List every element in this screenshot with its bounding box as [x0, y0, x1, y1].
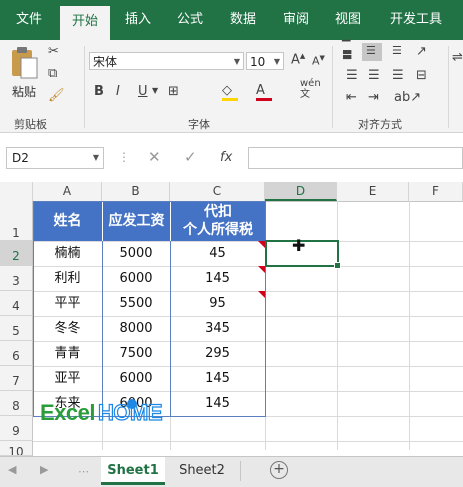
- fill-color-icon[interactable]: ◇: [222, 83, 238, 101]
- table-outline: [33, 201, 266, 417]
- chevron-down-icon: ▼: [273, 57, 280, 66]
- font-color-icon[interactable]: A: [256, 83, 272, 101]
- align-left-icon[interactable]: ☰: [346, 68, 358, 83]
- increase-font-icon[interactable]: A▲: [291, 52, 305, 67]
- row-header[interactable]: 5: [0, 316, 33, 341]
- gridline: [409, 201, 410, 450]
- underline-icon[interactable]: U: [138, 84, 148, 99]
- copy-icon[interactable]: ⧉: [48, 66, 57, 81]
- sheet-tab-sheet1[interactable]: Sheet1: [101, 457, 165, 485]
- sheet-tab-sheet2[interactable]: Sheet2: [170, 457, 234, 485]
- tab-data[interactable]: 数据: [219, 0, 267, 40]
- select-all-corner[interactable]: [0, 182, 33, 201]
- table-inner-border: [102, 241, 103, 416]
- gridline: [337, 201, 338, 450]
- row-header[interactable]: 1: [0, 201, 33, 241]
- ribbon: 粘贴 ✂ ⧉ 🖌 剪贴板 宋体 ▼ 10 ▼ A▲ A▼ B I U ▼ ⊞ ◇…: [0, 40, 463, 133]
- row-header[interactable]: 6: [0, 341, 33, 366]
- bold-icon[interactable]: B: [94, 84, 104, 99]
- align-middle-icon: ☰: [366, 44, 376, 57]
- more-icon: ⋮: [118, 150, 130, 164]
- column-header-d[interactable]: D: [265, 182, 337, 201]
- text-direction-icon[interactable]: ab↗: [394, 90, 421, 105]
- insert-function-icon[interactable]: fx: [220, 150, 232, 165]
- font-group-label: 字体: [188, 118, 210, 131]
- align-top-icon[interactable]: ▔ ▬ ▬: [342, 41, 352, 62]
- orientation-icon[interactable]: ↗: [416, 44, 427, 59]
- excelhome-logo: Excel HOME: [40, 399, 163, 426]
- align-center-icon[interactable]: ☰: [368, 68, 380, 83]
- gridline: [33, 441, 463, 442]
- column-header-b[interactable]: B: [102, 182, 170, 201]
- svg-text:Excel: Excel: [40, 400, 95, 425]
- phonetic-label: wén: [300, 78, 321, 89]
- decrease-font-icon[interactable]: A▼: [312, 54, 325, 68]
- row-header[interactable]: 9: [0, 416, 33, 441]
- align-bottom-icon[interactable]: ☰: [392, 44, 402, 57]
- font-size-value: 10: [250, 55, 266, 69]
- tab-divider: [240, 461, 241, 481]
- increase-indent-icon[interactable]: ⇥: [368, 90, 379, 105]
- table-inner-border: [170, 241, 171, 416]
- alignment-group-label: 对齐方式: [358, 118, 402, 131]
- merge-center-icon[interactable]: ⊟: [416, 68, 427, 83]
- add-sheet-icon[interactable]: +: [270, 461, 288, 479]
- name-box[interactable]: D2 ▼: [6, 147, 104, 169]
- tab-home[interactable]: 开始: [60, 6, 110, 40]
- chevron-down-icon: ▼: [92, 153, 99, 162]
- wrap-text-icon[interactable]: ⇌: [452, 50, 463, 65]
- scroll-right-icon[interactable]: ▶: [40, 463, 48, 476]
- column-headers: A B C D E F: [0, 182, 463, 202]
- decrease-indent-icon[interactable]: ⇤: [346, 90, 357, 105]
- more-icon: ⋯: [78, 465, 89, 478]
- enter-icon[interactable]: ✓: [184, 148, 197, 166]
- tab-formulas[interactable]: 公式: [166, 0, 214, 40]
- cancel-icon[interactable]: ✕: [148, 148, 161, 166]
- cell-cursor-icon: ✚: [292, 236, 306, 255]
- tab-insert[interactable]: 插入: [114, 0, 162, 40]
- paste-icon: [12, 47, 38, 79]
- row-header[interactable]: 4: [0, 291, 33, 316]
- name-box-value: D2: [12, 151, 29, 165]
- border-icon[interactable]: ⊞: [168, 84, 179, 99]
- ribbon-tab-bar: 文件 开始 插入 公式 数据 审阅 视图 开发工具: [0, 0, 463, 40]
- sheet-tab-bar: ◀ ▶ ⋯ Sheet1 Sheet2 +: [0, 456, 463, 487]
- row-header[interactable]: 7: [0, 366, 33, 391]
- formula-input[interactable]: [248, 147, 463, 169]
- group-divider: [84, 46, 85, 128]
- font-name-combo[interactable]: 宋体 ▼: [89, 52, 244, 70]
- paste-label: 粘贴: [11, 85, 36, 99]
- cut-icon[interactable]: ✂: [48, 44, 59, 59]
- comment-marker[interactable]: [258, 241, 265, 248]
- italic-icon[interactable]: I: [116, 84, 120, 99]
- font-size-combo[interactable]: 10 ▼: [246, 52, 284, 70]
- comment-marker[interactable]: [258, 266, 265, 273]
- align-right-icon[interactable]: ☰: [392, 68, 404, 83]
- comment-marker[interactable]: [258, 291, 265, 298]
- paste-button[interactable]: 粘贴: [8, 46, 40, 106]
- group-divider: [332, 46, 333, 128]
- column-header-c[interactable]: C: [170, 182, 265, 201]
- row-header[interactable]: 3: [0, 266, 33, 291]
- chevron-down-icon[interactable]: ▼: [152, 86, 158, 95]
- fill-handle[interactable]: [334, 262, 341, 269]
- phonetic-icon[interactable]: wén 文: [300, 78, 321, 100]
- tab-developer[interactable]: 开发工具: [380, 0, 452, 40]
- format-painter-icon[interactable]: 🖌: [48, 88, 65, 103]
- tab-view[interactable]: 视图: [324, 0, 372, 40]
- font-name-value: 宋体: [93, 55, 118, 69]
- tab-review[interactable]: 审阅: [272, 0, 320, 40]
- excelhome-watermark: Excel HOME: [40, 398, 190, 432]
- column-header-a[interactable]: A: [33, 182, 102, 201]
- chevron-down-icon: ▼: [233, 57, 240, 66]
- row-header[interactable]: 10: [0, 441, 33, 456]
- column-header-f[interactable]: F: [409, 182, 463, 201]
- scroll-left-icon[interactable]: ◀: [8, 463, 16, 476]
- tab-file[interactable]: 文件: [5, 0, 53, 40]
- row-header[interactable]: 8: [0, 391, 33, 416]
- clipboard-group-label: 剪贴板: [14, 118, 47, 131]
- group-divider: [448, 46, 449, 128]
- row-header[interactable]: 2: [0, 241, 33, 266]
- column-header-e[interactable]: E: [337, 182, 409, 201]
